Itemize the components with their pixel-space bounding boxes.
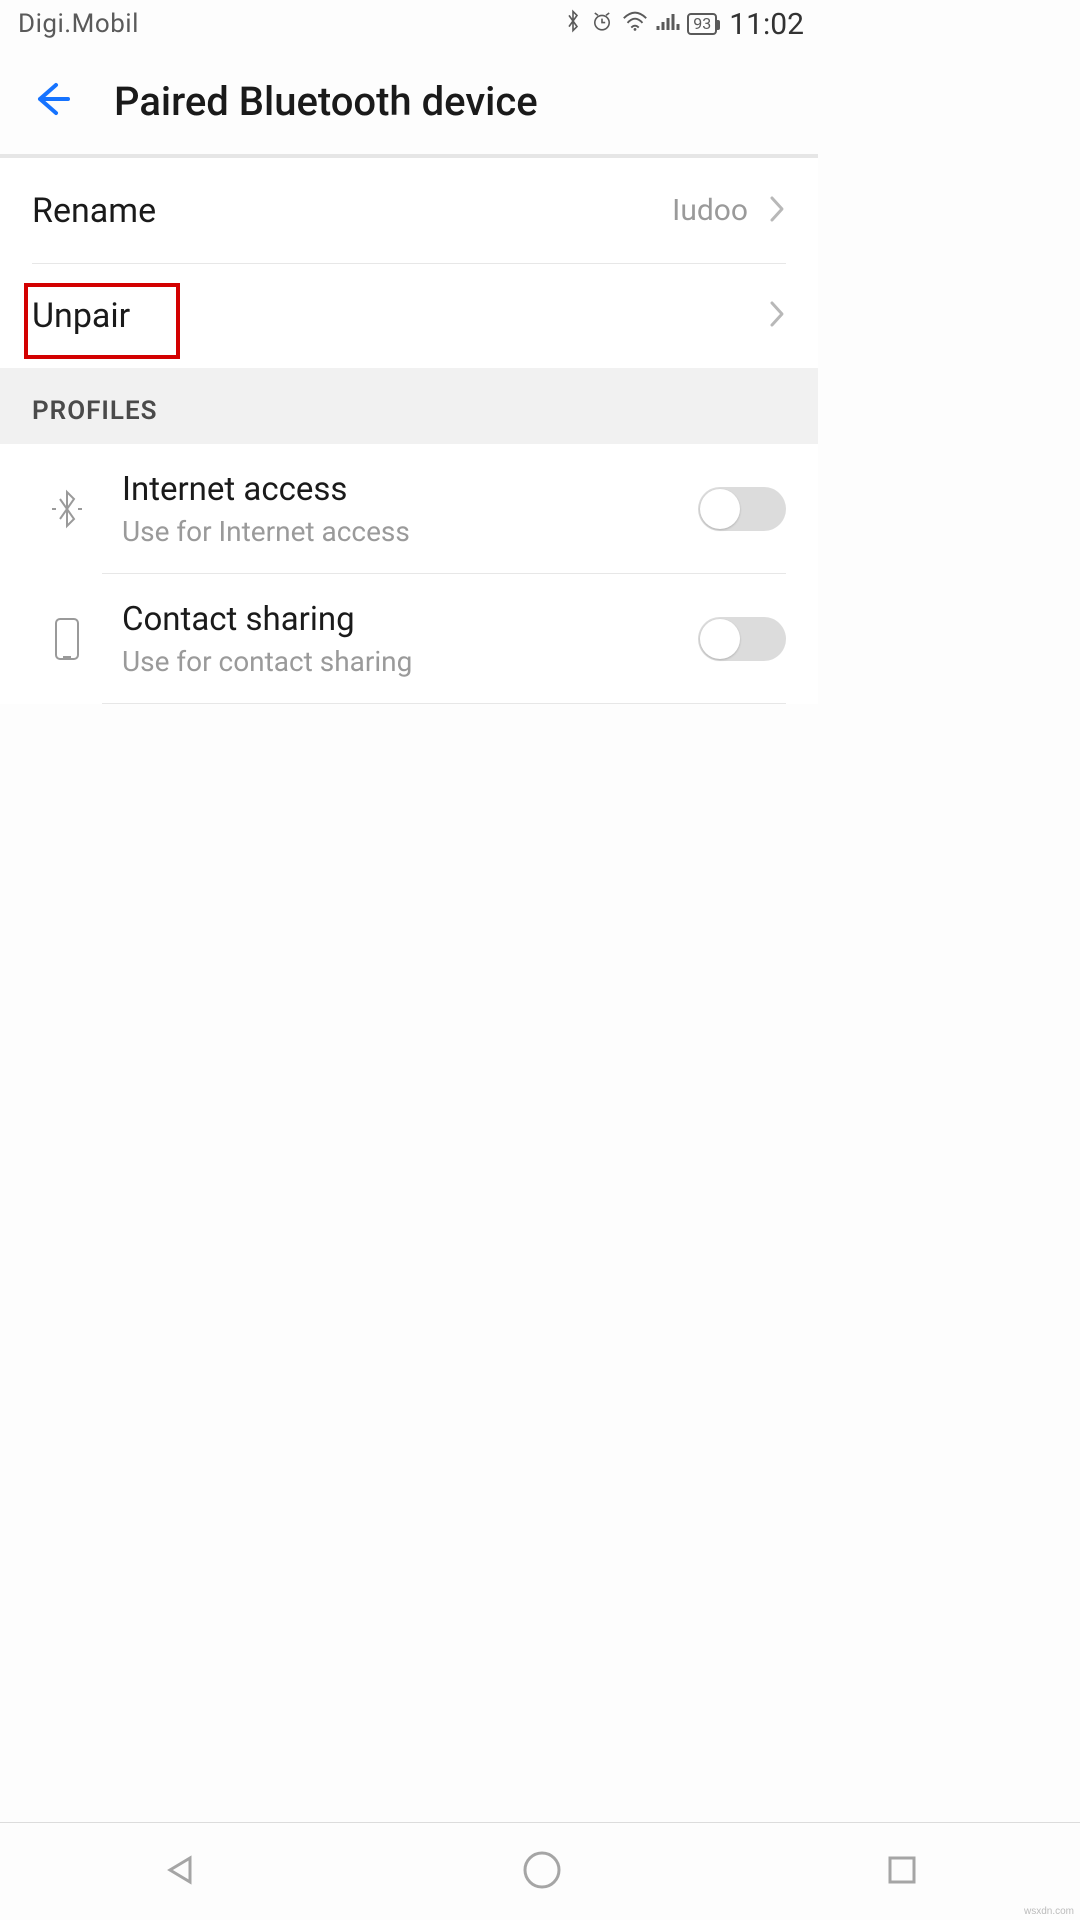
unpair-label: Unpair (32, 296, 750, 336)
rename-value: Iudoo (672, 193, 748, 228)
profile-subtitle: Use for Internet access (122, 515, 698, 548)
profiles-section-header: PROFILES (0, 368, 818, 444)
wifi-icon (621, 9, 649, 40)
back-arrow-icon[interactable] (30, 79, 70, 123)
page-title: Paired Bluetooth device (114, 78, 538, 125)
carrier-label: Digi.Mobil (18, 9, 139, 39)
nav-home-icon[interactable] (521, 1849, 563, 1895)
battery-icon: 93 (687, 13, 717, 35)
signal-icon (655, 9, 681, 40)
bluetooth-icon (563, 9, 583, 40)
nav-recent-icon[interactable] (884, 1852, 920, 1892)
bluetooth-transfer-icon (32, 485, 102, 533)
contact-sharing-toggle[interactable] (698, 617, 786, 661)
profile-contact-sharing[interactable]: Contact sharing Use for contact sharing (0, 574, 818, 704)
status-bar: Digi.Mobil 93 11:02 (0, 0, 818, 48)
clock-label: 11:02 (729, 7, 804, 42)
rename-row[interactable]: Rename Iudoo (0, 158, 818, 263)
phone-icon (32, 613, 102, 665)
unpair-row[interactable]: Unpair (0, 263, 818, 368)
internet-access-toggle[interactable] (698, 487, 786, 531)
rename-label: Rename (32, 191, 654, 231)
alarm-icon (589, 9, 615, 40)
app-header: Paired Bluetooth device (0, 48, 818, 158)
chevron-right-icon (768, 299, 786, 333)
profile-title: Contact sharing (122, 600, 698, 639)
nav-back-icon[interactable] (160, 1850, 200, 1894)
chevron-right-icon (768, 194, 786, 228)
profile-internet-access[interactable]: Internet access Use for Internet access (0, 444, 818, 574)
navigation-bar (0, 1822, 1080, 1920)
status-icons: 93 11:02 (563, 7, 804, 42)
battery-percent: 93 (693, 16, 711, 32)
watermark: wsxdn.com (1024, 1906, 1074, 1917)
profile-subtitle: Use for contact sharing (122, 645, 698, 678)
profile-title: Internet access (122, 470, 698, 509)
